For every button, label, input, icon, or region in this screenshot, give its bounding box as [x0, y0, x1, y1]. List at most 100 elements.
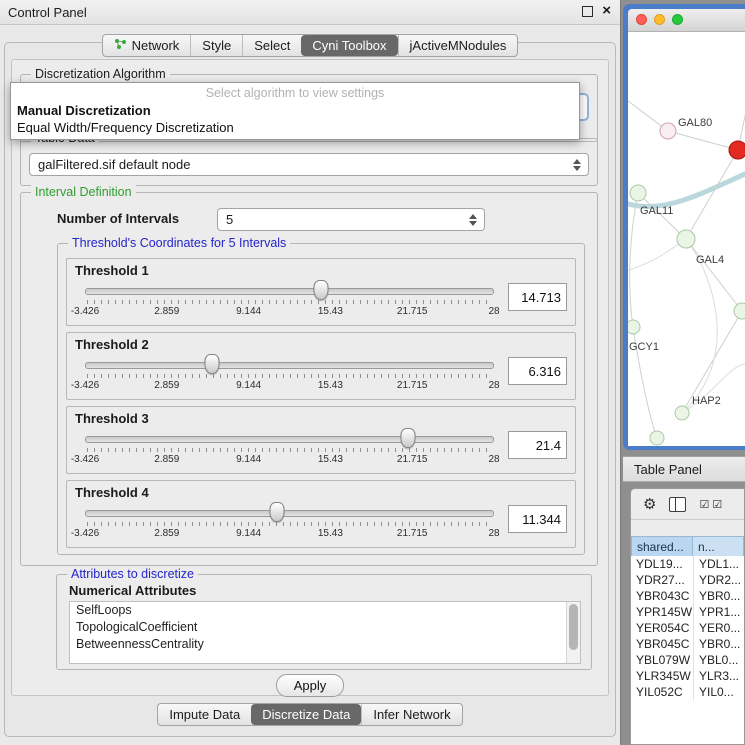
table-cell[interactable]: YBL0...	[693, 652, 744, 668]
number-of-intervals-combobox[interactable]: 5	[217, 208, 485, 231]
column-header-shared-name[interactable]: shared...	[631, 536, 693, 557]
close-traffic-light-icon[interactable]	[636, 14, 647, 25]
discretize-content: Discretization Algorithm Select algorith…	[11, 59, 609, 696]
table-cell[interactable]: YIL052C	[631, 684, 693, 700]
number-of-intervals-label: Number of Intervals	[57, 211, 179, 226]
table-cell[interactable]: YDL1...	[693, 556, 744, 572]
scrollbar-thumb[interactable]	[569, 604, 578, 650]
table-cell[interactable]: YPR1...	[693, 604, 744, 620]
table-cell[interactable]: YDR2...	[693, 572, 744, 588]
network-icon	[114, 38, 127, 53]
apply-button[interactable]: Apply	[276, 674, 344, 697]
slider-track[interactable]	[85, 288, 494, 295]
attribute-list-item[interactable]: BetweennessCentrality	[70, 636, 580, 653]
table-row[interactable]: YBL079W YBL0...	[631, 652, 744, 668]
table-cell[interactable]: YIL0...	[693, 684, 744, 700]
tab-infer-network[interactable]: Infer Network	[361, 704, 461, 725]
network-node[interactable]	[630, 185, 646, 201]
table-cell[interactable]: YDL19...	[631, 556, 693, 572]
tab-impute-data[interactable]: Impute Data	[158, 704, 251, 725]
table-row[interactable]: YIL052C YIL0...	[631, 684, 744, 700]
attribute-list-item[interactable]: SelfLoops	[70, 602, 580, 619]
dropdown-option-equal-width-frequency[interactable]: Equal Width/Frequency Discretization	[11, 119, 579, 136]
column-view-icon[interactable]	[669, 497, 686, 512]
control-panel-window: Control Panel × Network	[0, 0, 621, 745]
table-cell[interactable]: YBL079W	[631, 652, 693, 668]
table-cell[interactable]: YLR345W	[631, 668, 693, 684]
table-cell[interactable]: YER0...	[693, 620, 744, 636]
thresholds-group: Threshold's Coordinates for 5 Intervals …	[57, 243, 585, 555]
network-node[interactable]	[660, 123, 676, 139]
tab-label: Select	[254, 38, 290, 53]
table-cell[interactable]: YBR043C	[631, 588, 693, 604]
minimize-traffic-light-icon[interactable]	[654, 14, 665, 25]
table-row[interactable]: YDL19... YDL1...	[631, 556, 744, 572]
threshold-slider[interactable]: -3.4262.8599.14415.4321.71528	[85, 279, 494, 321]
attributes-group-label: Attributes to discretize	[67, 567, 198, 581]
threshold-panel-3: Threshold 3 -3.4262.8599.14415.4321.7152…	[66, 406, 576, 474]
threshold-value-field[interactable]: 11.344	[508, 505, 567, 533]
table-cell[interactable]: YER054C	[631, 620, 693, 636]
float-window-icon[interactable]	[582, 6, 593, 17]
slider-thumb[interactable]	[204, 354, 219, 374]
table-cell[interactable]: YBR0...	[693, 636, 744, 652]
network-node[interactable]	[628, 320, 640, 334]
threshold-value-field[interactable]: 6.316	[508, 357, 567, 385]
attributes-group: Attributes to discretize Numerical Attri…	[56, 574, 592, 670]
zoom-traffic-light-icon[interactable]	[672, 14, 683, 25]
network-node[interactable]	[677, 230, 695, 248]
network-node-selected[interactable]	[729, 141, 745, 159]
tab-select[interactable]: Select	[242, 35, 301, 56]
table-cell[interactable]: YDR27...	[631, 572, 693, 588]
scale-label: 28	[488, 528, 499, 539]
dropdown-option-manual-discretization[interactable]: Manual Discretization	[11, 102, 579, 119]
network-node[interactable]	[675, 406, 689, 420]
tab-cyni-toolbox[interactable]: Cyni Toolbox	[301, 35, 397, 56]
table-data-combobox[interactable]: galFiltered.sif default node	[29, 153, 589, 176]
attribute-list-item[interactable]: TopologicalCoefficient	[70, 619, 580, 636]
slider-thumb[interactable]	[270, 502, 285, 522]
threshold-slider[interactable]: -3.4262.8599.14415.4321.71528	[85, 501, 494, 543]
scale-label: 21.715	[397, 380, 428, 391]
slider-track[interactable]	[85, 362, 494, 369]
algorithm-group-label: Discretization Algorithm	[31, 67, 170, 81]
threshold-value-field[interactable]: 14.713	[508, 283, 567, 311]
table-row[interactable]: YBR043C YBR0...	[631, 588, 744, 604]
slider-track[interactable]	[85, 510, 494, 517]
network-node[interactable]	[650, 431, 664, 445]
table-row[interactable]: YDR27... YDR2...	[631, 572, 744, 588]
close-icon[interactable]: ×	[602, 2, 611, 20]
slider-thumb[interactable]	[401, 428, 416, 448]
threshold-value-field[interactable]: 21.4	[508, 431, 567, 459]
interval-definition-label: Interval Definition	[31, 185, 136, 199]
list-scrollbar[interactable]	[566, 602, 580, 663]
scale-label: 9.144	[236, 454, 261, 465]
table-cell[interactable]: YLR3...	[693, 668, 744, 684]
threshold-slider[interactable]: -3.4262.8599.14415.4321.71528	[85, 427, 494, 469]
scale-label: -3.426	[71, 306, 99, 317]
dropdown-placeholder-item: Select algorithm to view settings	[11, 83, 579, 102]
gear-icon[interactable]: ⚙	[643, 497, 656, 512]
threshold-slider[interactable]: -3.4262.8599.14415.4321.71528	[85, 353, 494, 395]
table-row[interactable]: YBR045C YBR0...	[631, 636, 744, 652]
window-title: Control Panel	[8, 5, 87, 20]
numerical-attributes-label: Numerical Attributes	[69, 583, 196, 598]
table-cell[interactable]: YBR045C	[631, 636, 693, 652]
tab-jactivemnodules[interactable]: jActiveMNodules	[398, 35, 518, 56]
table-row[interactable]: YPR145W YPR1...	[631, 604, 744, 620]
column-header-name[interactable]: n...	[693, 536, 744, 557]
threshold-panel-1: Threshold 1 -3.4262.8599.14415.4321.7152…	[66, 258, 576, 326]
network-node[interactable]	[734, 303, 745, 319]
slider-track[interactable]	[85, 436, 494, 443]
tab-network[interactable]: Network	[103, 35, 191, 56]
table-cell[interactable]: YPR145W	[631, 604, 693, 620]
tab-discretize-data[interactable]: Discretize Data	[251, 704, 361, 725]
network-canvas[interactable]: GAL80 GAL11 GAL4 GCY1 HAP2	[628, 32, 745, 446]
checkbox-icons[interactable]: ☑☑	[699, 498, 725, 511]
slider-thumb[interactable]	[314, 280, 329, 300]
scale-label: 9.144	[236, 306, 261, 317]
table-row[interactable]: YLR345W YLR3...	[631, 668, 744, 684]
tab-style[interactable]: Style	[190, 35, 242, 56]
table-row[interactable]: YER054C YER0...	[631, 620, 744, 636]
table-cell[interactable]: YBR0...	[693, 588, 744, 604]
